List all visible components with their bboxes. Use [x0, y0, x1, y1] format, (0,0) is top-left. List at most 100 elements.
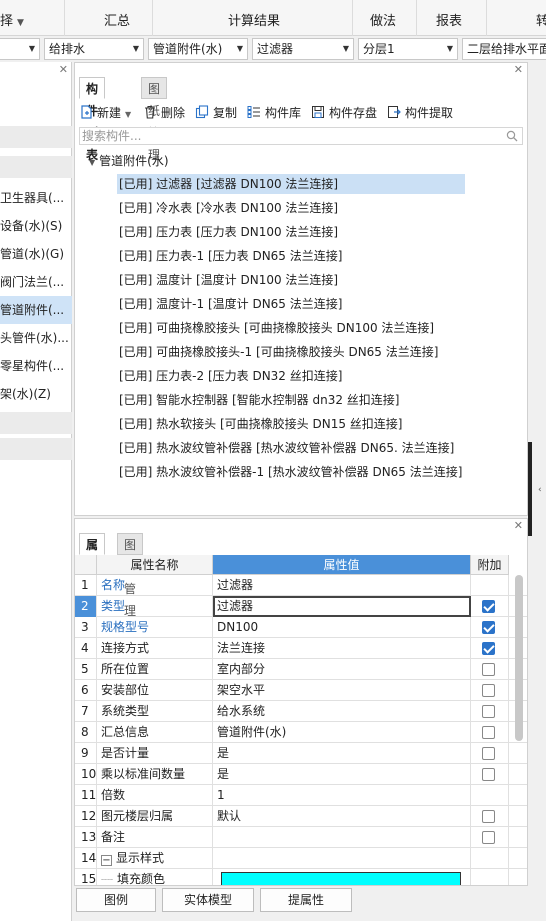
filter-dropdown-0[interactable]: ▼: [0, 38, 40, 60]
attach-checkbox[interactable]: [482, 705, 495, 718]
tree-item[interactable]: [已用] 冷水表 [冷水表 DN100 法兰连接]: [117, 198, 338, 218]
property-value[interactable]: 法兰连接: [213, 638, 471, 659]
property-row[interactable]: 3 规格型号 DN100: [75, 617, 527, 638]
attach-checkbox[interactable]: [482, 621, 495, 634]
close-icon[interactable]: ✕: [59, 63, 68, 76]
ribbon-report[interactable]: 报表: [436, 10, 462, 29]
property-value[interactable]: [213, 848, 471, 869]
ribbon-method[interactable]: 做法: [370, 10, 396, 29]
extract-properties-button[interactable]: 提属性: [260, 888, 352, 912]
component-library-button[interactable]: 构件库: [247, 104, 301, 122]
property-row[interactable]: 10 乘以标准间数量 是: [75, 764, 527, 785]
splitter-handle[interactable]: [528, 442, 532, 536]
property-name-label: 是否计量: [101, 746, 150, 760]
tab-layer-manage[interactable]: 图层管理: [117, 533, 144, 618]
property-row[interactable]: 13 备注: [75, 827, 527, 848]
filter-dropdown-discipline[interactable]: 给排水 ▼: [44, 38, 144, 60]
left-item-pipe[interactable]: 管道(水)(G): [0, 240, 72, 268]
solid-model-button[interactable]: 实体模型: [162, 888, 254, 912]
close-icon[interactable]: ✕: [514, 63, 523, 76]
left-item-pipe-accessory[interactable]: 管道附件(...: [0, 296, 72, 324]
attach-checkbox[interactable]: [482, 831, 495, 844]
attach-checkbox[interactable]: [482, 684, 495, 697]
tab-properties[interactable]: 属性: [79, 533, 106, 574]
left-item-fitting[interactable]: 头管件(水)...: [0, 324, 72, 352]
tree-item[interactable]: [已用] 过滤器 [过滤器 DN100 法兰连接]: [117, 174, 465, 194]
attach-checkbox[interactable]: [482, 810, 495, 823]
ribbon-summary[interactable]: 汇总: [104, 10, 130, 29]
attach-checkbox[interactable]: [482, 663, 495, 676]
attach-checkbox[interactable]: [482, 768, 495, 781]
property-value[interactable]: 是: [213, 764, 471, 785]
attach-checkbox[interactable]: [482, 600, 495, 613]
tree-item[interactable]: [已用] 可曲挠橡胶接头-1 [可曲挠橡胶接头 DN65 法兰连接]: [117, 342, 438, 362]
attach-checkbox[interactable]: [482, 726, 495, 739]
property-row[interactable]: 6 安装部位 架空水平: [75, 680, 527, 701]
tree-item[interactable]: [已用] 热水波纹管补偿器 [热水波纹管补偿器 DN65. 法兰连接]: [117, 438, 454, 458]
property-row[interactable]: 1 名称 过滤器: [75, 575, 527, 596]
property-row[interactable]: 9 是否计量 是: [75, 743, 527, 764]
property-value[interactable]: 1: [213, 785, 471, 806]
property-row[interactable]: 12 图元楼层归属 默认: [75, 806, 527, 827]
new-button[interactable]: 新建 ▼: [79, 104, 131, 122]
filter-dropdown-layer[interactable]: 分层1 ▼: [358, 38, 458, 60]
property-value[interactable]: 是: [213, 743, 471, 764]
tree-item[interactable]: [已用] 温度计 [温度计 DN100 法兰连接]: [117, 270, 338, 290]
tree-item[interactable]: [已用] 智能水控制器 [智能水控制器 dn32 丝扣连接]: [117, 390, 399, 410]
delete-button[interactable]: 删除: [143, 104, 185, 122]
property-row[interactable]: 11 倍数 1: [75, 785, 527, 806]
chevron-left-icon[interactable]: ‹: [538, 485, 542, 495]
collapse-icon[interactable]: −: [101, 855, 112, 866]
property-value[interactable]: 架空水平: [213, 680, 471, 701]
property-value[interactable]: [213, 827, 471, 848]
left-item-valve[interactable]: 阀门法兰(...: [0, 268, 72, 296]
tree-item[interactable]: [已用] 压力表-1 [压力表 DN65 法兰连接]: [117, 246, 342, 266]
ribbon-calc-result[interactable]: 计算结果: [228, 10, 280, 29]
property-row[interactable]: 15 ┄┄ 填充颜色: [75, 869, 527, 885]
tree-item[interactable]: [已用] 压力表-2 [压力表 DN32 丝扣连接]: [117, 366, 342, 386]
component-extract-button[interactable]: 构件提取: [387, 104, 453, 122]
filter-dropdown-drawing[interactable]: 二层给排水平面: [462, 38, 546, 60]
filter-dropdown-type[interactable]: 管道附件(水) ▼: [148, 38, 248, 60]
search-input[interactable]: 搜索构件...: [79, 127, 523, 145]
tree-item[interactable]: [已用] 压力表 [压力表 DN100 法兰连接]: [117, 222, 338, 242]
property-row[interactable]: 8 汇总信息 管道附件(水): [75, 722, 527, 743]
property-value[interactable]: 默认: [213, 806, 471, 827]
component-save-button[interactable]: 构件存盘: [311, 104, 377, 122]
property-value[interactable]: 过滤器: [213, 596, 471, 617]
attach-checkbox[interactable]: [482, 642, 495, 655]
property-row[interactable]: 4 连接方式 法兰连接: [75, 638, 527, 659]
property-value[interactable]: DN100: [213, 617, 471, 638]
property-row[interactable]: 5 所在位置 室内部分: [75, 659, 527, 680]
properties-scrollbar[interactable]: [515, 575, 523, 741]
left-item-sanitary[interactable]: 卫生器具(...: [0, 184, 72, 212]
left-item-support[interactable]: 架(水)(Z): [0, 380, 72, 408]
tree-item[interactable]: [已用] 热水软接头 [可曲挠橡胶接头 DN15 丝扣连接]: [117, 414, 402, 434]
left-item-equipment[interactable]: 设备(水)(S): [0, 212, 72, 240]
tree-item[interactable]: [已用] 温度计-1 [温度计 DN65 法兰连接]: [117, 294, 342, 314]
property-row[interactable]: 14− 显示样式: [75, 848, 527, 869]
ribbon-more[interactable]: 转: [536, 10, 546, 29]
tree-item[interactable]: [已用] 可曲挠橡胶接头 [可曲挠橡胶接头 DN100 法兰连接]: [117, 318, 434, 338]
ribbon-select[interactable]: 择 ▼: [0, 10, 24, 29]
left-item-misc[interactable]: 零星构件(...: [0, 352, 72, 380]
property-value[interactable]: 管道附件(水): [213, 722, 471, 743]
fill-color-swatch[interactable]: [221, 872, 461, 885]
tree-item[interactable]: [已用] 热水波纹管补偿器-1 [热水波纹管补偿器 DN65 法兰连接]: [117, 462, 462, 482]
tree-root-node[interactable]: ▼ 管道附件(水): [89, 153, 169, 171]
property-value[interactable]: 室内部分: [213, 659, 471, 680]
attach-checkbox[interactable]: [482, 747, 495, 760]
property-row[interactable]: 7 系统类型 给水系统: [75, 701, 527, 722]
tab-drawing-manage[interactable]: 图纸管理: [141, 77, 168, 162]
property-value[interactable]: [213, 869, 471, 885]
close-icon[interactable]: ✕: [514, 519, 523, 532]
filter-dropdown-component[interactable]: 过滤器 ▼: [252, 38, 354, 60]
property-row[interactable]: 2 类型 过滤器: [75, 596, 527, 617]
property-name-label: 倍数: [101, 788, 126, 802]
tab-component-list[interactable]: 构件列表: [79, 77, 106, 162]
property-value[interactable]: 给水系统: [213, 701, 471, 722]
property-value[interactable]: 过滤器: [213, 575, 471, 596]
row-number: 4: [75, 638, 97, 659]
copy-button[interactable]: 复制: [195, 104, 237, 122]
legend-button[interactable]: 图例: [76, 888, 156, 912]
